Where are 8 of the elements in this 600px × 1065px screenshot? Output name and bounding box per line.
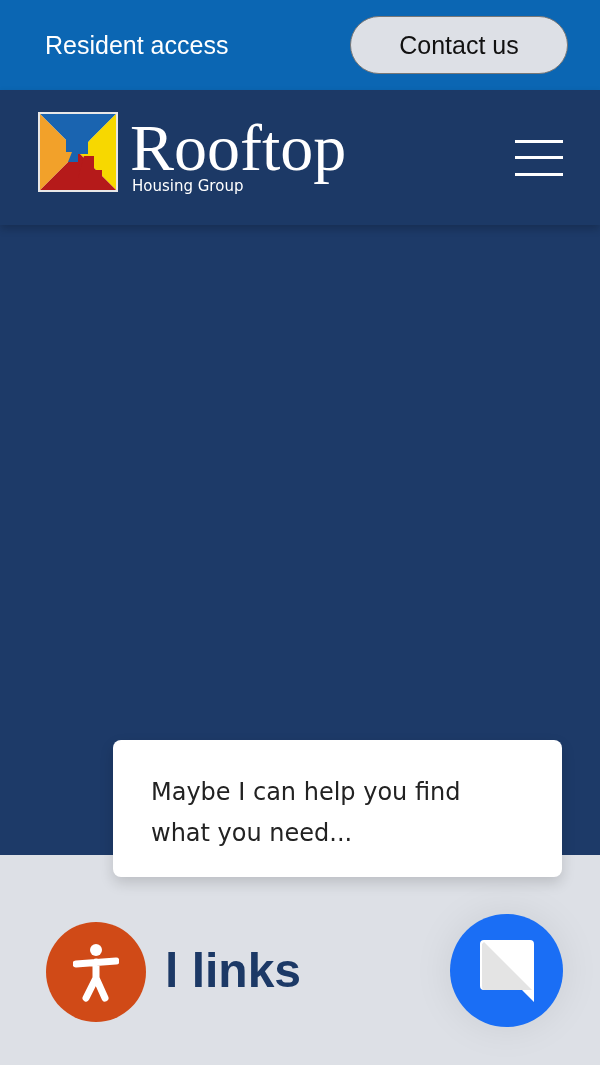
section-heading: l links xyxy=(165,944,302,997)
chat-prompt-message: Maybe I can help you find what you need... xyxy=(151,777,462,849)
chat-bubble-icon xyxy=(477,937,536,1004)
accessibility-icon xyxy=(73,942,119,1002)
contact-button[interactable]: Contact us xyxy=(350,16,568,74)
menu-icon[interactable] xyxy=(515,139,563,176)
logo-icon xyxy=(38,112,118,193)
resident-access-link[interactable]: Resident access xyxy=(45,30,229,60)
